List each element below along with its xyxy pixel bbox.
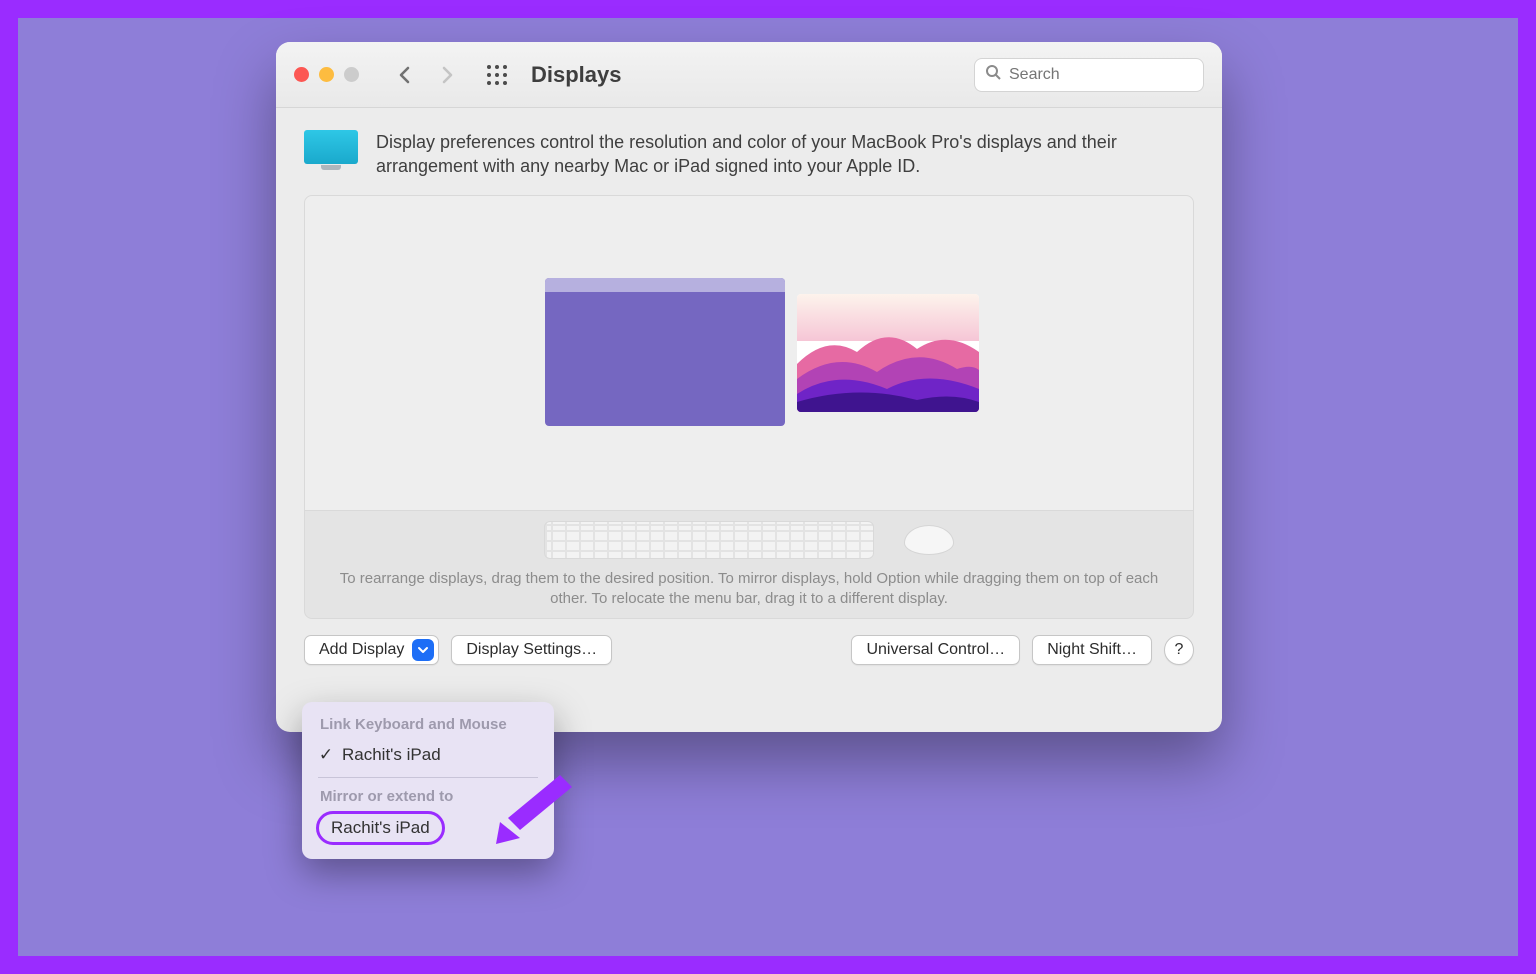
night-shift-button[interactable]: Night Shift… xyxy=(1032,635,1152,665)
minimize-button[interactable] xyxy=(319,67,334,82)
displays-pane-icon xyxy=(304,130,358,170)
menu-item-label: Rachit's iPad xyxy=(342,745,441,765)
search-icon xyxy=(985,64,1001,85)
mouse-illustration xyxy=(904,525,954,555)
close-button[interactable] xyxy=(294,67,309,82)
help-button[interactable]: ? xyxy=(1164,635,1194,665)
back-button[interactable] xyxy=(391,61,419,89)
annotation-highlight: Rachit's iPad xyxy=(316,811,445,845)
keyboard-illustration xyxy=(544,521,874,559)
titlebar: Displays xyxy=(276,42,1222,108)
intro-text: Display preferences control the resoluti… xyxy=(376,130,1194,179)
zoom-button[interactable] xyxy=(344,67,359,82)
add-display-button[interactable]: Add Display xyxy=(304,635,439,665)
intro-section: Display preferences control the resoluti… xyxy=(276,108,1222,187)
forward-button[interactable] xyxy=(433,61,461,89)
hint-strip: To rearrange displays, drag them to the … xyxy=(304,511,1194,619)
menu-section-link: Link Keyboard and Mouse xyxy=(310,712,546,739)
all-prefs-grid-icon[interactable] xyxy=(483,61,511,89)
displays-preferences-window: Displays Display preferences control the… xyxy=(276,42,1222,732)
display-settings-button[interactable]: Display Settings… xyxy=(451,635,612,665)
menu-item-link-ipad[interactable]: ✓ Rachit's iPad xyxy=(310,739,546,771)
window-title: Displays xyxy=(531,62,622,88)
window-controls xyxy=(294,67,359,82)
arrangement-hint: To rearrange displays, drag them to the … xyxy=(327,569,1171,610)
checkmark-icon: ✓ xyxy=(318,745,334,765)
annotation-arrow-icon xyxy=(490,770,580,850)
menubar-handle[interactable] xyxy=(545,278,785,292)
primary-display-thumbnail[interactable] xyxy=(545,278,785,426)
universal-control-button[interactable]: Universal Control… xyxy=(851,635,1020,665)
secondary-display-thumbnail[interactable] xyxy=(797,294,979,412)
menu-item-label: Rachit's iPad xyxy=(331,818,430,838)
chevron-down-icon xyxy=(412,639,434,661)
display-arrangement-area[interactable] xyxy=(304,195,1194,511)
search-input[interactable] xyxy=(1009,66,1216,84)
search-field[interactable] xyxy=(974,58,1204,92)
menu-item-mirror-ipad[interactable]: Rachit's iPad xyxy=(331,818,430,838)
bottom-bar: Add Display Display Settings… Universal … xyxy=(276,619,1222,681)
add-display-label: Add Display xyxy=(319,641,404,659)
